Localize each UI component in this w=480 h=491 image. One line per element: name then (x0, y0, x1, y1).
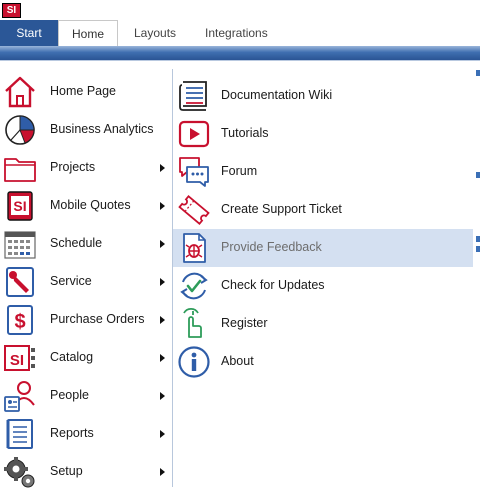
menu-item-provide-feedback[interactable]: Provide Feedback (173, 229, 473, 267)
tab-layouts[interactable]: Layouts (124, 20, 186, 46)
menu-item-label: People (50, 388, 89, 402)
menu-item-label: About (221, 354, 254, 368)
menu-item-label: Business Analytics (50, 122, 154, 136)
menu-item-business-analytics[interactable]: Business Analytics (0, 111, 172, 149)
menu-item-schedule[interactable]: Schedule (0, 225, 172, 263)
menu-item-label: Service (50, 274, 92, 288)
menu-item-reports[interactable]: Reports (0, 415, 172, 453)
menu-item-label: Home Page (50, 84, 117, 98)
menu-item-label: Register (221, 316, 268, 330)
menu-item-tutorials[interactable]: Tutorials (173, 115, 473, 153)
submenu-arrow-icon (160, 354, 165, 362)
menu-item-label: Forum (221, 164, 258, 178)
menu-item-label: Setup (50, 464, 83, 478)
menu-item-label: Reports (50, 426, 94, 440)
start-menu-right-column: Documentation Wiki Tutorials Forum Creat… (172, 69, 473, 487)
wrench-icon (3, 265, 37, 299)
menu-item-label: Provide Feedback (221, 240, 322, 254)
menu-item-people[interactable]: People (0, 377, 172, 415)
si-logo-icon: SI (3, 189, 37, 223)
menu-item-label: Purchase Orders (50, 312, 145, 326)
menu-item-documentation-wiki[interactable]: Documentation Wiki (173, 77, 473, 115)
gears-icon (3, 455, 37, 489)
menu-item-mobile-quotes[interactable]: SI Mobile Quotes (0, 187, 172, 225)
svg-text:$: $ (14, 311, 25, 333)
svg-text:SI: SI (10, 352, 24, 369)
hand-pointer-icon (177, 307, 211, 341)
bug-report-icon (177, 231, 211, 265)
menu-item-home-page[interactable]: Home Page (0, 73, 172, 111)
documentation-icon (177, 79, 211, 113)
menu-item-label: Projects (50, 160, 96, 174)
catalog-icon: SI (3, 341, 37, 375)
menu-item-label: Check for Updates (221, 278, 325, 292)
svg-text:SI: SI (13, 198, 26, 214)
menu-item-about[interactable]: About (173, 343, 473, 381)
background-edge (474, 60, 480, 486)
home-icon (3, 75, 37, 109)
dollar-document-icon: $ (3, 303, 37, 337)
menu-item-check-for-updates[interactable]: Check for Updates (173, 267, 473, 305)
menu-item-create-support-ticket[interactable]: Create Support Ticket (173, 191, 473, 229)
refresh-check-icon (177, 269, 211, 303)
play-icon (177, 117, 211, 151)
start-menu-left-column: Home Page Business Analytics Projects SI… (0, 61, 172, 488)
menu-item-setup[interactable]: Setup (0, 453, 172, 491)
menu-item-label: Documentation Wiki (221, 88, 333, 102)
menu-item-register[interactable]: Register (173, 305, 473, 343)
submenu-arrow-icon (160, 278, 165, 286)
pie-chart-icon (3, 113, 37, 147)
submenu-arrow-icon (160, 468, 165, 476)
menu-item-service[interactable]: Service (0, 263, 172, 301)
menu-item-label: Schedule (50, 236, 103, 250)
report-icon (3, 417, 37, 451)
app-logo[interactable]: SI (2, 3, 21, 18)
ribbon-tabs: Start Home Layouts Integrations (0, 20, 480, 47)
submenu-arrow-icon (160, 164, 165, 172)
menu-item-label: Mobile Quotes (50, 198, 131, 212)
menu-item-label: Create Support Ticket (221, 202, 342, 216)
folder-icon (3, 151, 37, 185)
menu-item-forum[interactable]: Forum (173, 153, 473, 191)
start-menu: Home Page Business Analytics Projects SI… (0, 60, 480, 488)
title-bar: SI (0, 0, 480, 20)
calendar-icon (3, 227, 37, 261)
menu-item-catalog[interactable]: SI Catalog (0, 339, 172, 377)
tab-home[interactable]: Home (58, 20, 118, 47)
submenu-arrow-icon (160, 202, 165, 210)
submenu-arrow-icon (160, 430, 165, 438)
submenu-arrow-icon (160, 240, 165, 248)
people-icon (3, 379, 37, 413)
menu-item-purchase-orders[interactable]: $ Purchase Orders (0, 301, 172, 339)
ribbon-strip (0, 46, 480, 60)
submenu-arrow-icon (160, 392, 165, 400)
submenu-arrow-icon (160, 316, 165, 324)
tab-integrations[interactable]: Integrations (195, 20, 278, 46)
chat-bubble-icon (177, 155, 211, 189)
ticket-icon (177, 193, 211, 227)
menu-item-projects[interactable]: Projects (0, 149, 172, 187)
menu-item-label: Catalog (50, 350, 94, 364)
menu-item-label: Tutorials (221, 126, 269, 140)
info-icon (177, 345, 211, 379)
tab-start[interactable]: Start (0, 20, 58, 46)
